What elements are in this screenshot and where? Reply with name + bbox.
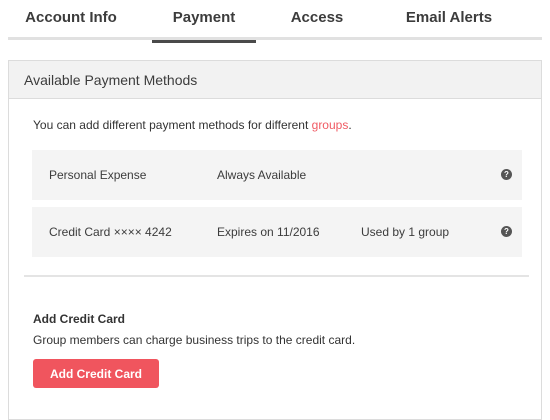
tab-payment[interactable]: Payment — [152, 0, 256, 43]
intro-text-label: You can add different payment methods fo… — [33, 118, 312, 132]
tab-bar: Account Info Payment Access Email Alerts — [8, 0, 542, 43]
payment-method-status: Expires on 11/2016 — [217, 225, 320, 239]
payment-method-name: Personal Expense — [49, 168, 147, 182]
tab-access[interactable]: Access — [272, 0, 362, 40]
payment-method-name: Credit Card ×××× 4242 — [49, 225, 172, 239]
intro-text-suffix: . — [348, 118, 352, 132]
intro-text: You can add different payment methods fo… — [33, 118, 352, 132]
payment-method-usage: Used by 1 group — [361, 225, 450, 239]
add-card-description: Group members can charge business trips … — [33, 333, 356, 347]
question-circle-icon[interactable]: ? — [501, 226, 512, 237]
groups-link[interactable]: groups — [312, 118, 349, 132]
tab-email-alerts[interactable]: Email Alerts — [382, 0, 516, 40]
section-divider — [24, 275, 529, 277]
payment-method-status: Always Available — [217, 168, 307, 182]
add-card-title: Add Credit Card — [33, 312, 126, 326]
question-circle-icon[interactable]: ? — [501, 169, 512, 180]
payment-method-row: Credit Card ×××× 4242 Expires on 11/2016… — [32, 207, 522, 257]
tab-account-info[interactable]: Account Info — [8, 0, 134, 40]
add-credit-card-button[interactable]: Add Credit Card — [33, 359, 159, 388]
panel-title: Available Payment Methods — [9, 61, 541, 99]
payment-method-row: Personal Expense Always Available ? — [32, 150, 522, 200]
payment-methods-panel: Available Payment Methods You can add di… — [8, 60, 542, 420]
